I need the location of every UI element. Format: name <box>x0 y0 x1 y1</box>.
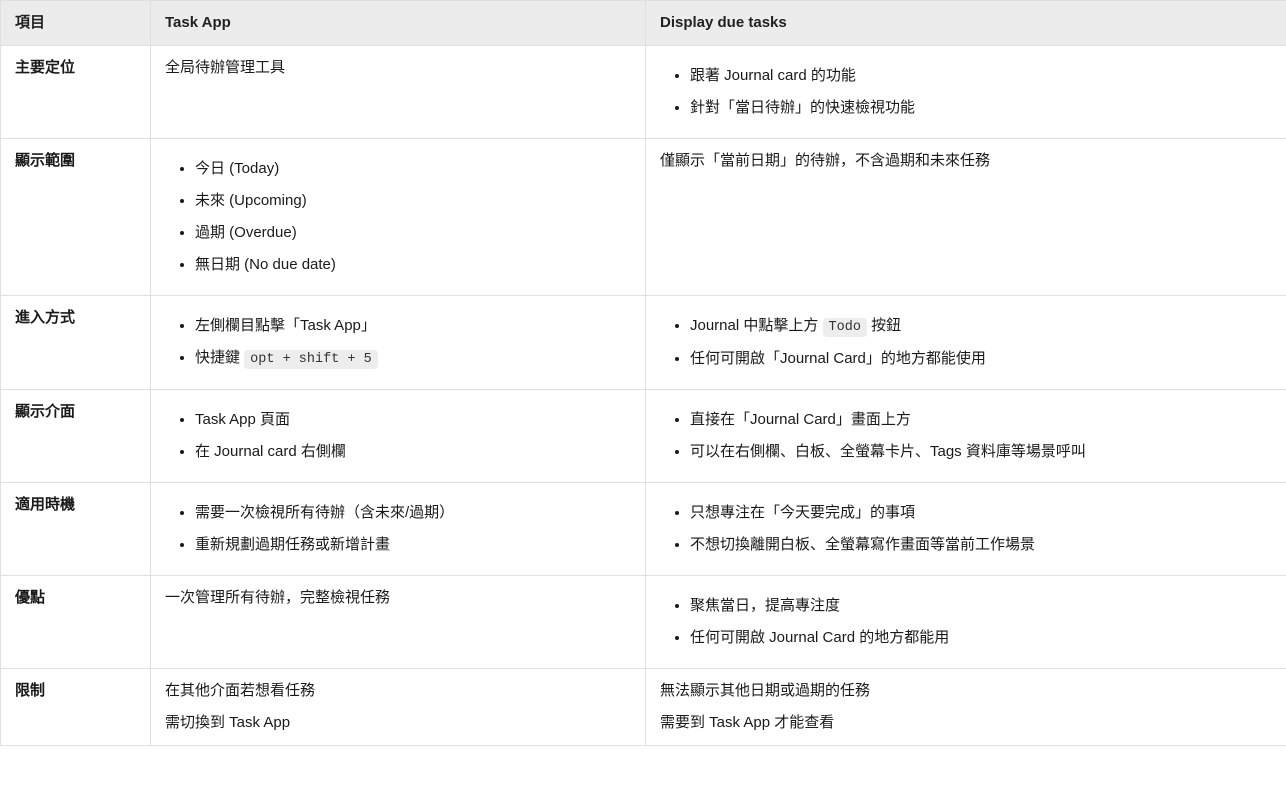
cell-display: 聚焦當日，提高專注度 任何可開啟 Journal Card 的地方都能用 <box>646 575 1286 668</box>
list-item: 左側欄目點擊「Task App」 <box>195 314 631 338</box>
list-item: 今日 (Today) <box>195 157 631 181</box>
row-label: 顯示範圍 <box>1 139 151 296</box>
cell-display: 僅顯示「當前日期」的待辦，不含過期和未來任務 <box>646 139 1286 296</box>
cell-taskapp: 一次管理所有待辦，完整檢視任務 <box>151 575 646 668</box>
row-label: 優點 <box>1 575 151 668</box>
list-item: 任何可開啟「Journal Card」的地方都能使用 <box>690 347 1272 371</box>
text-line: 需切換到 Task App <box>165 711 631 735</box>
cell-display: Journal 中點擊上方 Todo 按鈕 任何可開啟「Journal Card… <box>646 296 1286 390</box>
list-item: 任何可開啟 Journal Card 的地方都能用 <box>690 626 1272 650</box>
cell-taskapp: 全局待辦管理工具 <box>151 46 646 139</box>
row-label: 進入方式 <box>1 296 151 390</box>
list-item: 可以在右側欄、白板、全螢幕卡片、Tags 資料庫等場景呼叫 <box>690 440 1272 464</box>
todo-button-code: Todo <box>823 318 867 337</box>
list-item: 直接在「Journal Card」畫面上方 <box>690 408 1272 432</box>
table-row: 顯示介面 Task App 頁面 在 Journal card 右側欄 直接在「… <box>1 389 1286 482</box>
cell-display: 跟著 Journal card 的功能 針對「當日待辦」的快速檢視功能 <box>646 46 1286 139</box>
table-row: 優點 一次管理所有待辦，完整檢視任務 聚焦當日，提高專注度 任何可開啟 Jour… <box>1 575 1286 668</box>
list-item: 在 Journal card 右側欄 <box>195 440 631 464</box>
cell-taskapp: 在其他介面若想看任務 需切換到 Task App <box>151 668 646 745</box>
list-item: 只想專注在「今天要完成」的事項 <box>690 501 1272 525</box>
list-item: 快捷鍵 opt + shift + 5 <box>195 346 631 371</box>
list-item: 聚焦當日，提高專注度 <box>690 594 1272 618</box>
list-item: 不想切換離開白板、全螢幕寫作畫面等當前工作場景 <box>690 533 1272 557</box>
cell-display: 無法顯示其他日期或過期的任務 需要到 Task App 才能查看 <box>646 668 1286 745</box>
cell-taskapp: 需要一次檢視所有待辦（含未來/過期） 重新規劃過期任務或新增計畫 <box>151 482 646 575</box>
row-label: 顯示介面 <box>1 389 151 482</box>
list-item: 未來 (Upcoming) <box>195 189 631 213</box>
list-item: Task App 頁面 <box>195 408 631 432</box>
list-item: 無日期 (No due date) <box>195 253 631 277</box>
cell-display: 直接在「Journal Card」畫面上方 可以在右側欄、白板、全螢幕卡片、Ta… <box>646 389 1286 482</box>
cell-taskapp: Task App 頁面 在 Journal card 右側欄 <box>151 389 646 482</box>
list-item: 需要一次檢視所有待辦（含未來/過期） <box>195 501 631 525</box>
list-item: 過期 (Overdue) <box>195 221 631 245</box>
text-line: 需要到 Task App 才能查看 <box>660 711 1272 735</box>
table-row: 顯示範圍 今日 (Today) 未來 (Upcoming) 過期 (Overdu… <box>1 139 1286 296</box>
table-row: 限制 在其他介面若想看任務 需切換到 Task App 無法顯示其他日期或過期的… <box>1 668 1286 745</box>
comparison-table: 項目 Task App Display due tasks 主要定位 全局待辦管… <box>0 0 1286 746</box>
text-line: 無法顯示其他日期或過期的任務 <box>660 679 1272 703</box>
row-label: 適用時機 <box>1 482 151 575</box>
header-taskapp: Task App <box>151 1 646 46</box>
row-label: 限制 <box>1 668 151 745</box>
cell-display: 只想專注在「今天要完成」的事項 不想切換離開白板、全螢幕寫作畫面等當前工作場景 <box>646 482 1286 575</box>
list-item: 重新規劃過期任務或新增計畫 <box>195 533 631 557</box>
cell-taskapp: 今日 (Today) 未來 (Upcoming) 過期 (Overdue) 無日… <box>151 139 646 296</box>
text-line: 在其他介面若想看任務 <box>165 679 631 703</box>
list-item: 跟著 Journal card 的功能 <box>690 64 1272 88</box>
header-display: Display due tasks <box>646 1 1286 46</box>
row-label: 主要定位 <box>1 46 151 139</box>
table-row: 適用時機 需要一次檢視所有待辦（含未來/過期） 重新規劃過期任務或新增計畫 只想… <box>1 482 1286 575</box>
list-item: Journal 中點擊上方 Todo 按鈕 <box>690 314 1272 339</box>
cell-taskapp: 左側欄目點擊「Task App」 快捷鍵 opt + shift + 5 <box>151 296 646 390</box>
keyboard-shortcut: opt + shift + 5 <box>244 350 378 369</box>
table-row: 主要定位 全局待辦管理工具 跟著 Journal card 的功能 針對「當日待… <box>1 46 1286 139</box>
list-item: 針對「當日待辦」的快速檢視功能 <box>690 96 1272 120</box>
table-row: 進入方式 左側欄目點擊「Task App」 快捷鍵 opt + shift + … <box>1 296 1286 390</box>
header-item: 項目 <box>1 1 151 46</box>
table-header-row: 項目 Task App Display due tasks <box>1 1 1286 46</box>
